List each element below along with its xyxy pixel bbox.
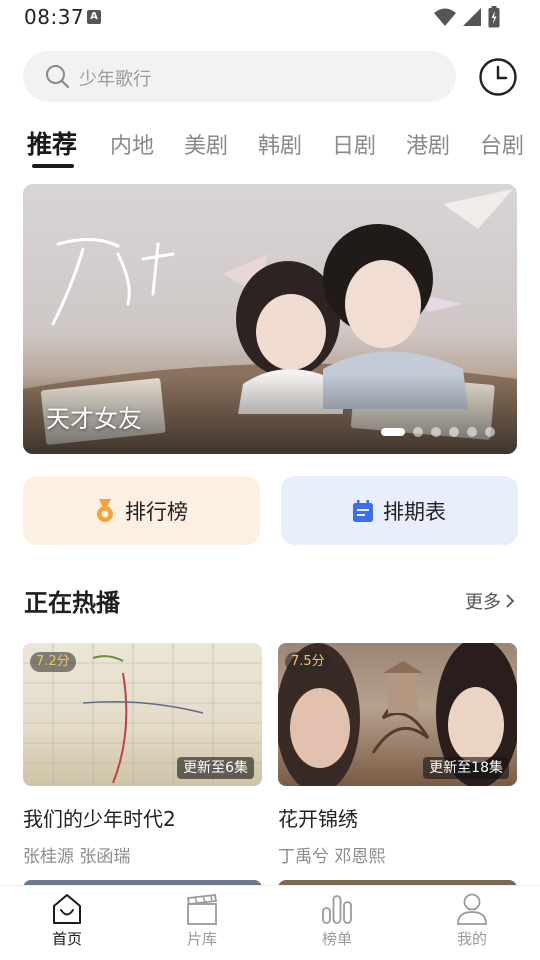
nav-label: 首页 xyxy=(51,930,82,948)
more-label: 更多 xyxy=(465,592,501,613)
tab-mainland[interactable]: 内地 xyxy=(110,128,154,160)
nav-label: 榜单 xyxy=(321,930,352,948)
search-icon xyxy=(46,65,70,89)
banner-pagination xyxy=(381,427,495,437)
more-link[interactable]: 更多 xyxy=(465,588,515,614)
banner-dot xyxy=(381,428,405,436)
status-icons xyxy=(434,6,500,28)
clock-icon xyxy=(479,58,517,96)
medal-icon xyxy=(97,498,113,522)
signal-icon xyxy=(463,8,481,26)
ranking-label: 排行榜 xyxy=(125,499,188,524)
score-badge: 7.5分 xyxy=(285,652,331,672)
clapperboard-icon xyxy=(186,894,218,925)
wifi-icon xyxy=(434,8,456,26)
nav-home[interactable]: 首页 xyxy=(27,892,107,949)
tab-hk-drama[interactable]: 港剧 xyxy=(406,128,450,160)
nav-library[interactable]: 片库 xyxy=(162,892,242,949)
home-icon xyxy=(53,894,81,924)
card-poster: 7.2分 更新至6集 xyxy=(23,643,262,786)
status-bar: 08:37 A xyxy=(0,0,540,36)
episode-badge: 更新至6集 xyxy=(177,757,254,779)
card-title: 我们的少年时代2 xyxy=(23,807,176,831)
card-cast: 丁禹兮 邓恩熙 xyxy=(278,847,386,867)
episode-badge: 更新至18集 xyxy=(423,757,509,779)
search-placeholder: 少年歌行 xyxy=(79,69,151,90)
status-time: 08:37 xyxy=(24,5,85,29)
schedule-button[interactable]: 排期表 xyxy=(281,476,518,545)
card-cast: 张桂源 张函瑞 xyxy=(23,847,131,867)
section-title: 正在热播 xyxy=(24,589,120,617)
nav-profile[interactable]: 我的 xyxy=(432,892,512,949)
tab-japanese-drama[interactable]: 日剧 xyxy=(332,128,376,160)
category-tabs: 推荐 内地 美剧 韩剧 日剧 港剧 台剧 xyxy=(0,122,540,172)
tab-recommended[interactable]: 推荐 xyxy=(27,125,77,161)
banner-dot xyxy=(431,427,441,437)
nav-label: 片库 xyxy=(186,930,217,948)
chevron-right-icon xyxy=(506,594,515,608)
history-button[interactable] xyxy=(478,57,518,97)
card-title: 花开锦绣 xyxy=(278,807,358,831)
notification-icon: A xyxy=(87,10,101,24)
banner-dot xyxy=(485,427,495,437)
tab-taiwan-drama[interactable]: 台剧 xyxy=(480,128,524,160)
nav-label: 我的 xyxy=(456,930,487,948)
drama-card[interactable]: 7.5分 更新至18集 花开锦绣 丁禹兮 邓恩熙 xyxy=(278,643,517,867)
nav-charts[interactable]: 榜单 xyxy=(297,892,377,949)
drama-card[interactable]: 7.2分 更新至6集 我们的少年时代2 张桂源 张函瑞 xyxy=(23,643,262,867)
tab-indicator xyxy=(32,164,74,168)
battery-icon xyxy=(488,6,500,28)
card-poster: 7.5分 更新至18集 xyxy=(278,643,517,786)
schedule-label: 排期表 xyxy=(383,499,446,524)
ranking-button[interactable]: 排行榜 xyxy=(23,476,260,545)
featured-banner[interactable]: 天才女友 xyxy=(23,184,517,454)
calendar-icon xyxy=(353,499,373,522)
banner-dot xyxy=(449,427,459,437)
bottom-nav: 首页 片库 榜单 我的 xyxy=(0,885,540,960)
bar-chart-icon xyxy=(322,895,352,924)
search-input[interactable]: 少年歌行 xyxy=(23,51,456,102)
banner-dot xyxy=(413,427,423,437)
person-icon xyxy=(457,893,487,925)
home-screen: 08:37 A 少年歌行 推荐 内地 美剧 韩剧 日剧 港剧 台剧 天才女友 排… xyxy=(0,0,540,960)
banner-title: 天才女友 xyxy=(46,405,142,433)
banner-dot xyxy=(467,427,477,437)
tab-korean-drama[interactable]: 韩剧 xyxy=(258,128,302,160)
tab-us-drama[interactable]: 美剧 xyxy=(184,128,228,160)
score-badge: 7.2分 xyxy=(30,652,76,672)
